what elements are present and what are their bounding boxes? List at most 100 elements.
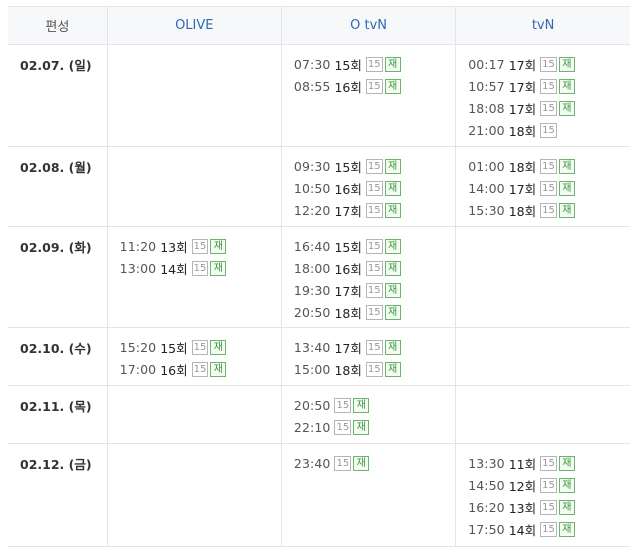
episode-number: 12회 [508, 478, 537, 494]
rerun-badge: 재 [384, 260, 401, 276]
date-cell: 02.12. (금) [8, 443, 108, 547]
schedule-entry[interactable]: 10:57 17회 15 재 [468, 75, 630, 97]
rerun-badge: 재 [558, 477, 575, 493]
cell-olive: 11:20 13회 15 재 13:00 14회 15 재 [106, 226, 282, 328]
schedule-entry[interactable]: 17:50 14회 15 재 [468, 518, 630, 540]
cell-olive [106, 443, 282, 547]
schedule-entry[interactable]: 13:30 11회 15 재 [468, 452, 630, 474]
cell-otvn: 20:50 15 재 22:10 15 재 [280, 385, 456, 444]
schedule-entry[interactable]: 15:30 18회 15 재 [468, 199, 630, 221]
rerun-badge: 재 [384, 282, 401, 298]
schedule-entry[interactable]: 12:20 17회 15 재 [294, 199, 455, 221]
schedule-entry[interactable]: 08:55 16회 15 재 [294, 75, 455, 97]
airtime: 19:30 [293, 282, 331, 298]
schedule-entry[interactable]: 01:00 18회 15 재 [468, 155, 630, 177]
airtime: 00:17 [468, 56, 505, 72]
age-rating-badge: 15 [540, 499, 557, 515]
schedule-entry[interactable]: 15:00 18회 15 재 [294, 358, 455, 380]
cell-olive [106, 44, 282, 147]
airtime: 20:50 [293, 304, 331, 320]
schedule-row: 02.08. (월) 09:30 15회 15 재 10:50 16회 15 재 12:20 17회… [8, 146, 630, 227]
cell-tvn: 13:30 11회 15 재 14:50 12회 15 재 16:20 13회 15 재 17:50 14… [455, 443, 630, 547]
schedule-entry[interactable]: 16:20 13회 15 재 [468, 496, 630, 518]
airtime: 22:10 [293, 419, 331, 435]
schedule-entry[interactable]: 07:30 15회 15 재 [294, 53, 455, 75]
episode-number: 15회 [334, 57, 362, 73]
airtime: 18:00 [293, 260, 331, 276]
rerun-badge: 재 [210, 361, 227, 377]
episode-number: 11회 [508, 456, 537, 472]
date-cell: 02.07. (일) [8, 44, 108, 147]
episode-number: 18회 [508, 203, 537, 219]
rerun-badge: 재 [210, 339, 227, 355]
schedule-entry[interactable]: 15:20 15회 15 재 [120, 336, 281, 358]
schedule-entry[interactable]: 18:08 17회 15 재 [468, 97, 630, 119]
age-rating-badge: 15 [540, 158, 557, 174]
episode-number: 15회 [334, 239, 362, 255]
schedule-entry[interactable]: 14:50 12회 15 재 [468, 474, 630, 496]
rerun-badge: 재 [353, 397, 370, 413]
schedule-entry[interactable]: 17:00 16회 15 재 [120, 358, 281, 380]
schedule-entry[interactable]: 13:00 14회 15 재 [120, 257, 281, 279]
airtime: 07:30 [293, 56, 331, 72]
airtime: 15:00 [293, 361, 331, 377]
schedule-entry[interactable]: 22:10 15 재 [294, 416, 455, 438]
airtime: 13:40 [293, 339, 331, 355]
cell-olive [106, 385, 282, 444]
schedule-entry[interactable]: 20:50 15 재 [294, 394, 455, 416]
age-rating-badge: 15 [540, 180, 557, 196]
episode-number: 17회 [334, 203, 362, 219]
schedule-entry[interactable]: 09:30 15회 15 재 [294, 155, 455, 177]
date-cell: 02.10. (수) [8, 327, 108, 386]
episode-number: 17회 [334, 283, 362, 299]
age-rating-badge: 15 [334, 455, 352, 471]
airtime: 13:00 [119, 260, 157, 276]
rerun-badge: 재 [384, 158, 401, 174]
airtime: 18:08 [468, 100, 505, 116]
schedule-entry[interactable]: 14:00 17회 15 재 [468, 177, 630, 199]
age-rating-badge: 15 [365, 282, 383, 298]
rerun-badge: 재 [384, 202, 401, 218]
rerun-badge: 재 [558, 499, 575, 515]
schedule-entry[interactable]: 00:17 17회 15 재 [468, 53, 630, 75]
age-rating-badge: 15 [191, 361, 209, 377]
episode-number: 14회 [508, 522, 537, 538]
schedule-entry[interactable]: 19:30 17회 15 재 [294, 279, 455, 301]
header-channel-olive[interactable]: OLIVE [106, 6, 282, 45]
cell-otvn: 23:40 15 재 [280, 443, 456, 547]
schedule-entry[interactable]: 11:20 13회 15 재 [120, 235, 281, 257]
airtime: 10:50 [293, 180, 331, 196]
schedule-row: 02.11. (목) 20:50 15 재 22:10 15 재 [8, 385, 630, 444]
schedule-entry[interactable]: 13:40 17회 15 재 [294, 336, 455, 358]
rerun-badge: 재 [558, 202, 575, 218]
age-rating-badge: 15 [191, 339, 209, 355]
header-channel-otvn[interactable]: O tvN [280, 6, 456, 45]
airtime: 14:50 [468, 477, 505, 493]
schedule-entry[interactable]: 20:50 18회 15 재 [294, 301, 455, 323]
episode-number: 16회 [334, 181, 362, 197]
age-rating-badge: 15 [365, 56, 383, 72]
date-cell: 02.08. (월) [8, 146, 108, 227]
schedule-entry[interactable]: 18:00 16회 15 재 [294, 257, 455, 279]
rerun-badge: 재 [210, 238, 227, 254]
header-channel-tvn[interactable]: tvN [455, 6, 630, 45]
rerun-badge: 재 [558, 158, 575, 174]
rerun-badge: 재 [353, 455, 370, 471]
header-date: 편성 [8, 6, 108, 45]
schedule-entry[interactable]: 16:40 15회 15 재 [294, 235, 455, 257]
airtime: 12:20 [293, 202, 331, 218]
episode-number: 16회 [334, 79, 362, 95]
rerun-badge: 재 [558, 180, 575, 196]
episode-number: 17회 [334, 340, 362, 356]
episode-number: 18회 [334, 362, 362, 378]
age-rating-badge: 15 [365, 78, 383, 94]
schedule-entry[interactable]: 10:50 16회 15 재 [294, 177, 455, 199]
rerun-badge: 재 [558, 78, 575, 94]
rerun-badge: 재 [384, 78, 401, 94]
age-rating-badge: 15 [540, 56, 557, 72]
schedule-entry[interactable]: 21:00 18회 15 [468, 119, 630, 141]
rerun-badge: 재 [210, 260, 227, 276]
age-rating-badge: 15 [191, 260, 209, 276]
cell-olive [106, 146, 282, 227]
schedule-entry[interactable]: 23:40 15 재 [294, 452, 455, 474]
